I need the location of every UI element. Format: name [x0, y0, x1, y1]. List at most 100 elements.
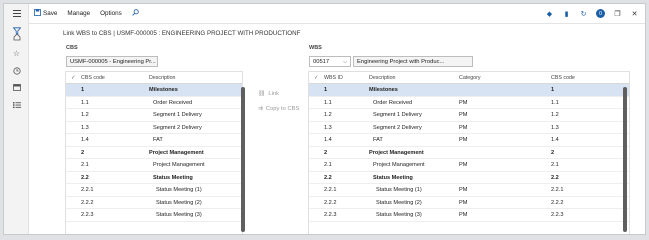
diamond-icon[interactable]: ◆: [545, 10, 554, 18]
cbs-code-cell: 1.4: [81, 137, 89, 143]
wbs-category-cell: PM: [459, 124, 468, 131]
search-icon: [132, 9, 139, 18]
cbs-description-cell: Milestones: [149, 87, 178, 93]
table-row[interactable]: 1.2 Segment 1 Delivery PM 1.2: [309, 109, 629, 122]
options-label: Options: [100, 10, 122, 17]
search-button[interactable]: [127, 4, 144, 24]
cbs-description-cell: Order Received: [153, 99, 193, 106]
wbs-description-cell: Milestones: [369, 87, 398, 93]
table-row[interactable]: 2.2.1 Status Meeting (1): [66, 184, 242, 197]
table-row[interactable]: 2.2.3 Status Meeting (3): [66, 209, 242, 222]
wbs-id-cell: 2: [324, 149, 328, 156]
table-row[interactable]: 1 Milestones: [66, 84, 242, 97]
cbs-description-cell: Segment 2 Delivery: [153, 124, 202, 131]
wbs-id-cell: 1.1: [324, 99, 332, 106]
cbs-description-cell: Segment 1 Delivery: [153, 112, 202, 118]
wbs-select[interactable]: 00517 ⌵: [309, 56, 351, 67]
wbs-id-column-header[interactable]: WBS ID: [324, 75, 343, 81]
wbs-cbs-code-cell: 1.3: [551, 124, 559, 131]
table-row[interactable]: 2.2.2 Status Meeting (2): [66, 197, 242, 209]
table-row[interactable]: 2.1 Project Management: [66, 159, 242, 172]
clock-icon[interactable]: [11, 65, 22, 76]
wbs-category-cell: PM: [459, 162, 468, 168]
copy-to-cbs-button[interactable]: ⇉ Copy to CBS: [258, 106, 299, 112]
table-row[interactable]: 1.3 Segment 2 Delivery PM 1.3: [309, 122, 629, 134]
wbs-id-cell: 1.2: [324, 112, 332, 118]
wbs-cbs-code-cell: 1.1: [551, 99, 559, 106]
wbs-category-cell: PM: [459, 112, 468, 118]
cbs-scrollbar[interactable]: [241, 87, 245, 232]
wbs-cbs-code-cell: 2.1: [551, 162, 559, 168]
navigation-rail: ☆: [4, 4, 29, 234]
refresh-icon[interactable]: ↻: [579, 10, 588, 18]
table-row[interactable]: 2 Project Management 2: [309, 147, 629, 159]
table-row[interactable]: 1.4 FAT: [66, 134, 242, 147]
check-icon[interactable]: ✓: [314, 75, 318, 81]
cbs-description-column-header[interactable]: Description: [149, 75, 176, 81]
cbs-description-cell: Project Management: [149, 149, 204, 156]
manage-label: Manage: [67, 10, 91, 17]
wbs-description-cell: Project Management: [369, 149, 424, 156]
cbs-grid-body: 1 Milestones 1.1 Order Received 1.2 Segment 1…: [66, 84, 242, 222]
cbs-code-cell: 2: [81, 149, 85, 156]
wbs-description-cell: Status Meeting (2): [376, 199, 422, 206]
table-row[interactable]: 2.2.1 Status Meeting (1) PM 2.2.1: [309, 184, 629, 197]
cbs-description-cell: Status Meeting (3): [156, 212, 202, 218]
wbs-id-cell: 2.2: [324, 174, 332, 181]
save-button[interactable]: Save: [29, 4, 62, 24]
cbs-code-cell: 2.2.2: [81, 199, 94, 206]
table-row[interactable]: 1.2 Segment 1 Delivery: [66, 109, 242, 122]
cbs-description-cell: Status Meeting (1): [156, 187, 202, 193]
list-icon[interactable]: [11, 99, 22, 110]
table-row[interactable]: 2 Project Management: [66, 147, 242, 159]
wbs-description-cell: Project Management: [373, 162, 425, 168]
page-title: Link WBS to CBS | USMF-000005 : ENGINEER…: [63, 30, 301, 37]
cbs-code-column-header[interactable]: CBS code: [81, 75, 105, 81]
table-row[interactable]: 2.2 Status Meeting: [66, 172, 242, 184]
wbs-scrollbar[interactable]: [623, 87, 627, 232]
cbs-code-cell: 2.2.3: [81, 212, 94, 218]
wbs-cbs-code-cell: 2.2.1: [551, 187, 564, 193]
action-pane: Save Manage Options ◆ ▮ ↻ 0 ❐ ✕: [29, 4, 645, 24]
wbs-category-cell: PM: [459, 199, 468, 206]
notification-icon[interactable]: 0: [596, 9, 605, 18]
table-row[interactable]: 1.3 Segment 2 Delivery: [66, 122, 242, 134]
link-label: Link: [268, 91, 279, 97]
filter-icon[interactable]: [12, 27, 22, 37]
wbs-description-column-header[interactable]: Description: [369, 75, 396, 81]
table-row[interactable]: 2.2.3 Status Meeting (3) PM 2.2.3: [309, 209, 629, 222]
wbs-grid-body: 1 Milestones 1 1.1 Order Received PM 1.1 1.2 Seg…: [309, 84, 629, 222]
restore-icon[interactable]: ❐: [613, 10, 622, 18]
link-button[interactable]: ⛓ Link: [258, 91, 279, 97]
wbs-id-cell: 2.2.1: [324, 187, 337, 193]
wbs-description-cell: Order Received: [373, 99, 413, 106]
manage-tab[interactable]: Manage: [62, 4, 95, 24]
wbs-id-cell: 2.2.3: [324, 212, 337, 218]
close-icon[interactable]: ✕: [630, 10, 639, 18]
wbs-category-cell: PM: [459, 212, 468, 218]
wbs-description-cell: Segment 2 Delivery: [373, 124, 422, 131]
workspace-icon[interactable]: [11, 82, 22, 93]
chevron-down-icon: ⌵: [343, 59, 347, 65]
cbs-code-cell: 1.2: [81, 112, 89, 118]
wbs-cbs-code-column-header[interactable]: CBS code: [551, 75, 575, 81]
star-icon[interactable]: ☆: [11, 48, 22, 59]
wbs-description-cell: Status Meeting: [373, 174, 413, 181]
check-icon[interactable]: ✓: [71, 75, 75, 81]
office-icon[interactable]: ▮: [562, 10, 571, 18]
table-row[interactable]: 2.1 Project Management PM 2.1: [309, 159, 629, 172]
cbs-description-cell: Project Management: [153, 162, 205, 168]
table-row[interactable]: 1 Milestones 1: [309, 84, 629, 97]
wbs-description-field[interactable]: Engineering Project with Produc...: [353, 56, 473, 67]
wbs-description-cell: FAT: [373, 137, 383, 143]
hamburger-icon[interactable]: [11, 8, 22, 19]
wbs-category-column-header[interactable]: Category: [459, 75, 481, 81]
table-row[interactable]: 1.1 Order Received PM 1.1: [309, 97, 629, 109]
cbs-field[interactable]: USMF-000005 - Engineering Pr...: [66, 56, 158, 67]
wbs-description-cell: Status Meeting (3): [376, 212, 422, 218]
table-row[interactable]: 2.2.2 Status Meeting (2) PM 2.2.2: [309, 197, 629, 209]
table-row[interactable]: 2.2 Status Meeting 2.2: [309, 172, 629, 184]
table-row[interactable]: 1.4 FAT PM 1.4: [309, 134, 629, 147]
table-row[interactable]: 1.1 Order Received: [66, 97, 242, 109]
options-tab[interactable]: Options: [95, 4, 127, 24]
